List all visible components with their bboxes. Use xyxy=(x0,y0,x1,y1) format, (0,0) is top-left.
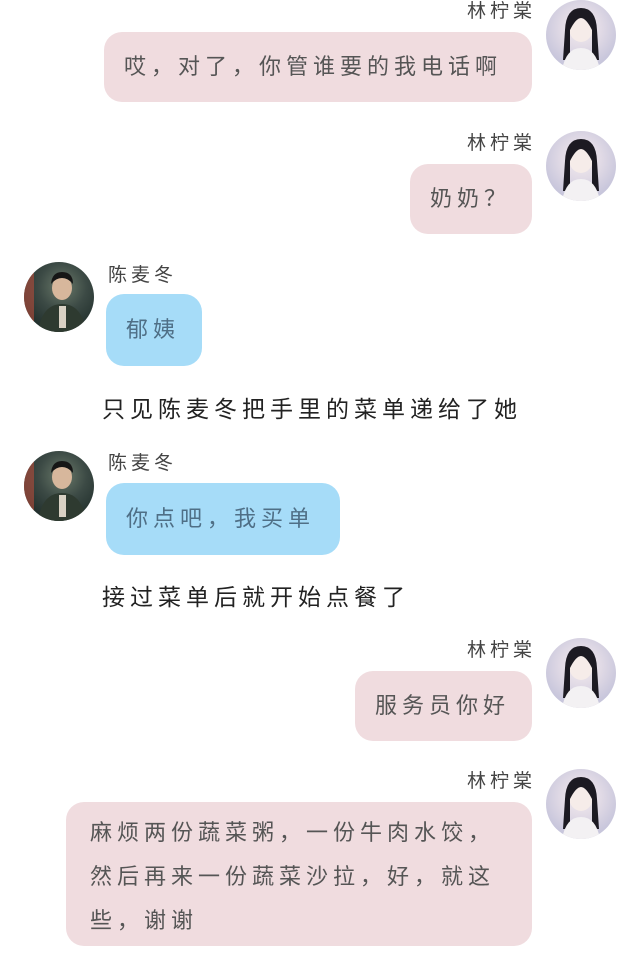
speaker-name: 林柠棠 xyxy=(467,132,537,154)
speaker-name: 陈麦冬 xyxy=(108,452,178,474)
boy-avatar[interactable] xyxy=(24,262,94,332)
speaker-name: 林柠棠 xyxy=(467,639,537,661)
chat-bubble: 服务员你好 xyxy=(355,671,532,741)
chat-bubble: 哎，对了，你管谁要的我电话啊 xyxy=(104,32,532,102)
speaker-name: 陈麦冬 xyxy=(108,264,178,286)
narration-text: 接过菜单后就开始点餐了 xyxy=(102,585,410,611)
speaker-name: 林柠棠 xyxy=(467,0,537,22)
chat-bubble: 你点吧，我买单 xyxy=(106,483,340,555)
narration-text: 只见陈麦冬把手里的菜单递给了她 xyxy=(102,397,522,423)
speaker-name: 林柠棠 xyxy=(467,770,537,792)
chat-bubble: 麻烦两份蔬菜粥，一份牛肉水饺，然后再来一份蔬菜沙拉，好，就这些，谢谢 xyxy=(66,802,532,946)
girl-avatar[interactable] xyxy=(546,131,616,201)
chat-bubble: 郁姨 xyxy=(106,294,202,366)
girl-avatar[interactable] xyxy=(546,769,616,839)
girl-avatar[interactable] xyxy=(546,0,616,70)
boy-avatar[interactable] xyxy=(24,451,94,521)
girl-avatar[interactable] xyxy=(546,638,616,708)
chat-bubble: 奶奶？ xyxy=(410,164,532,234)
